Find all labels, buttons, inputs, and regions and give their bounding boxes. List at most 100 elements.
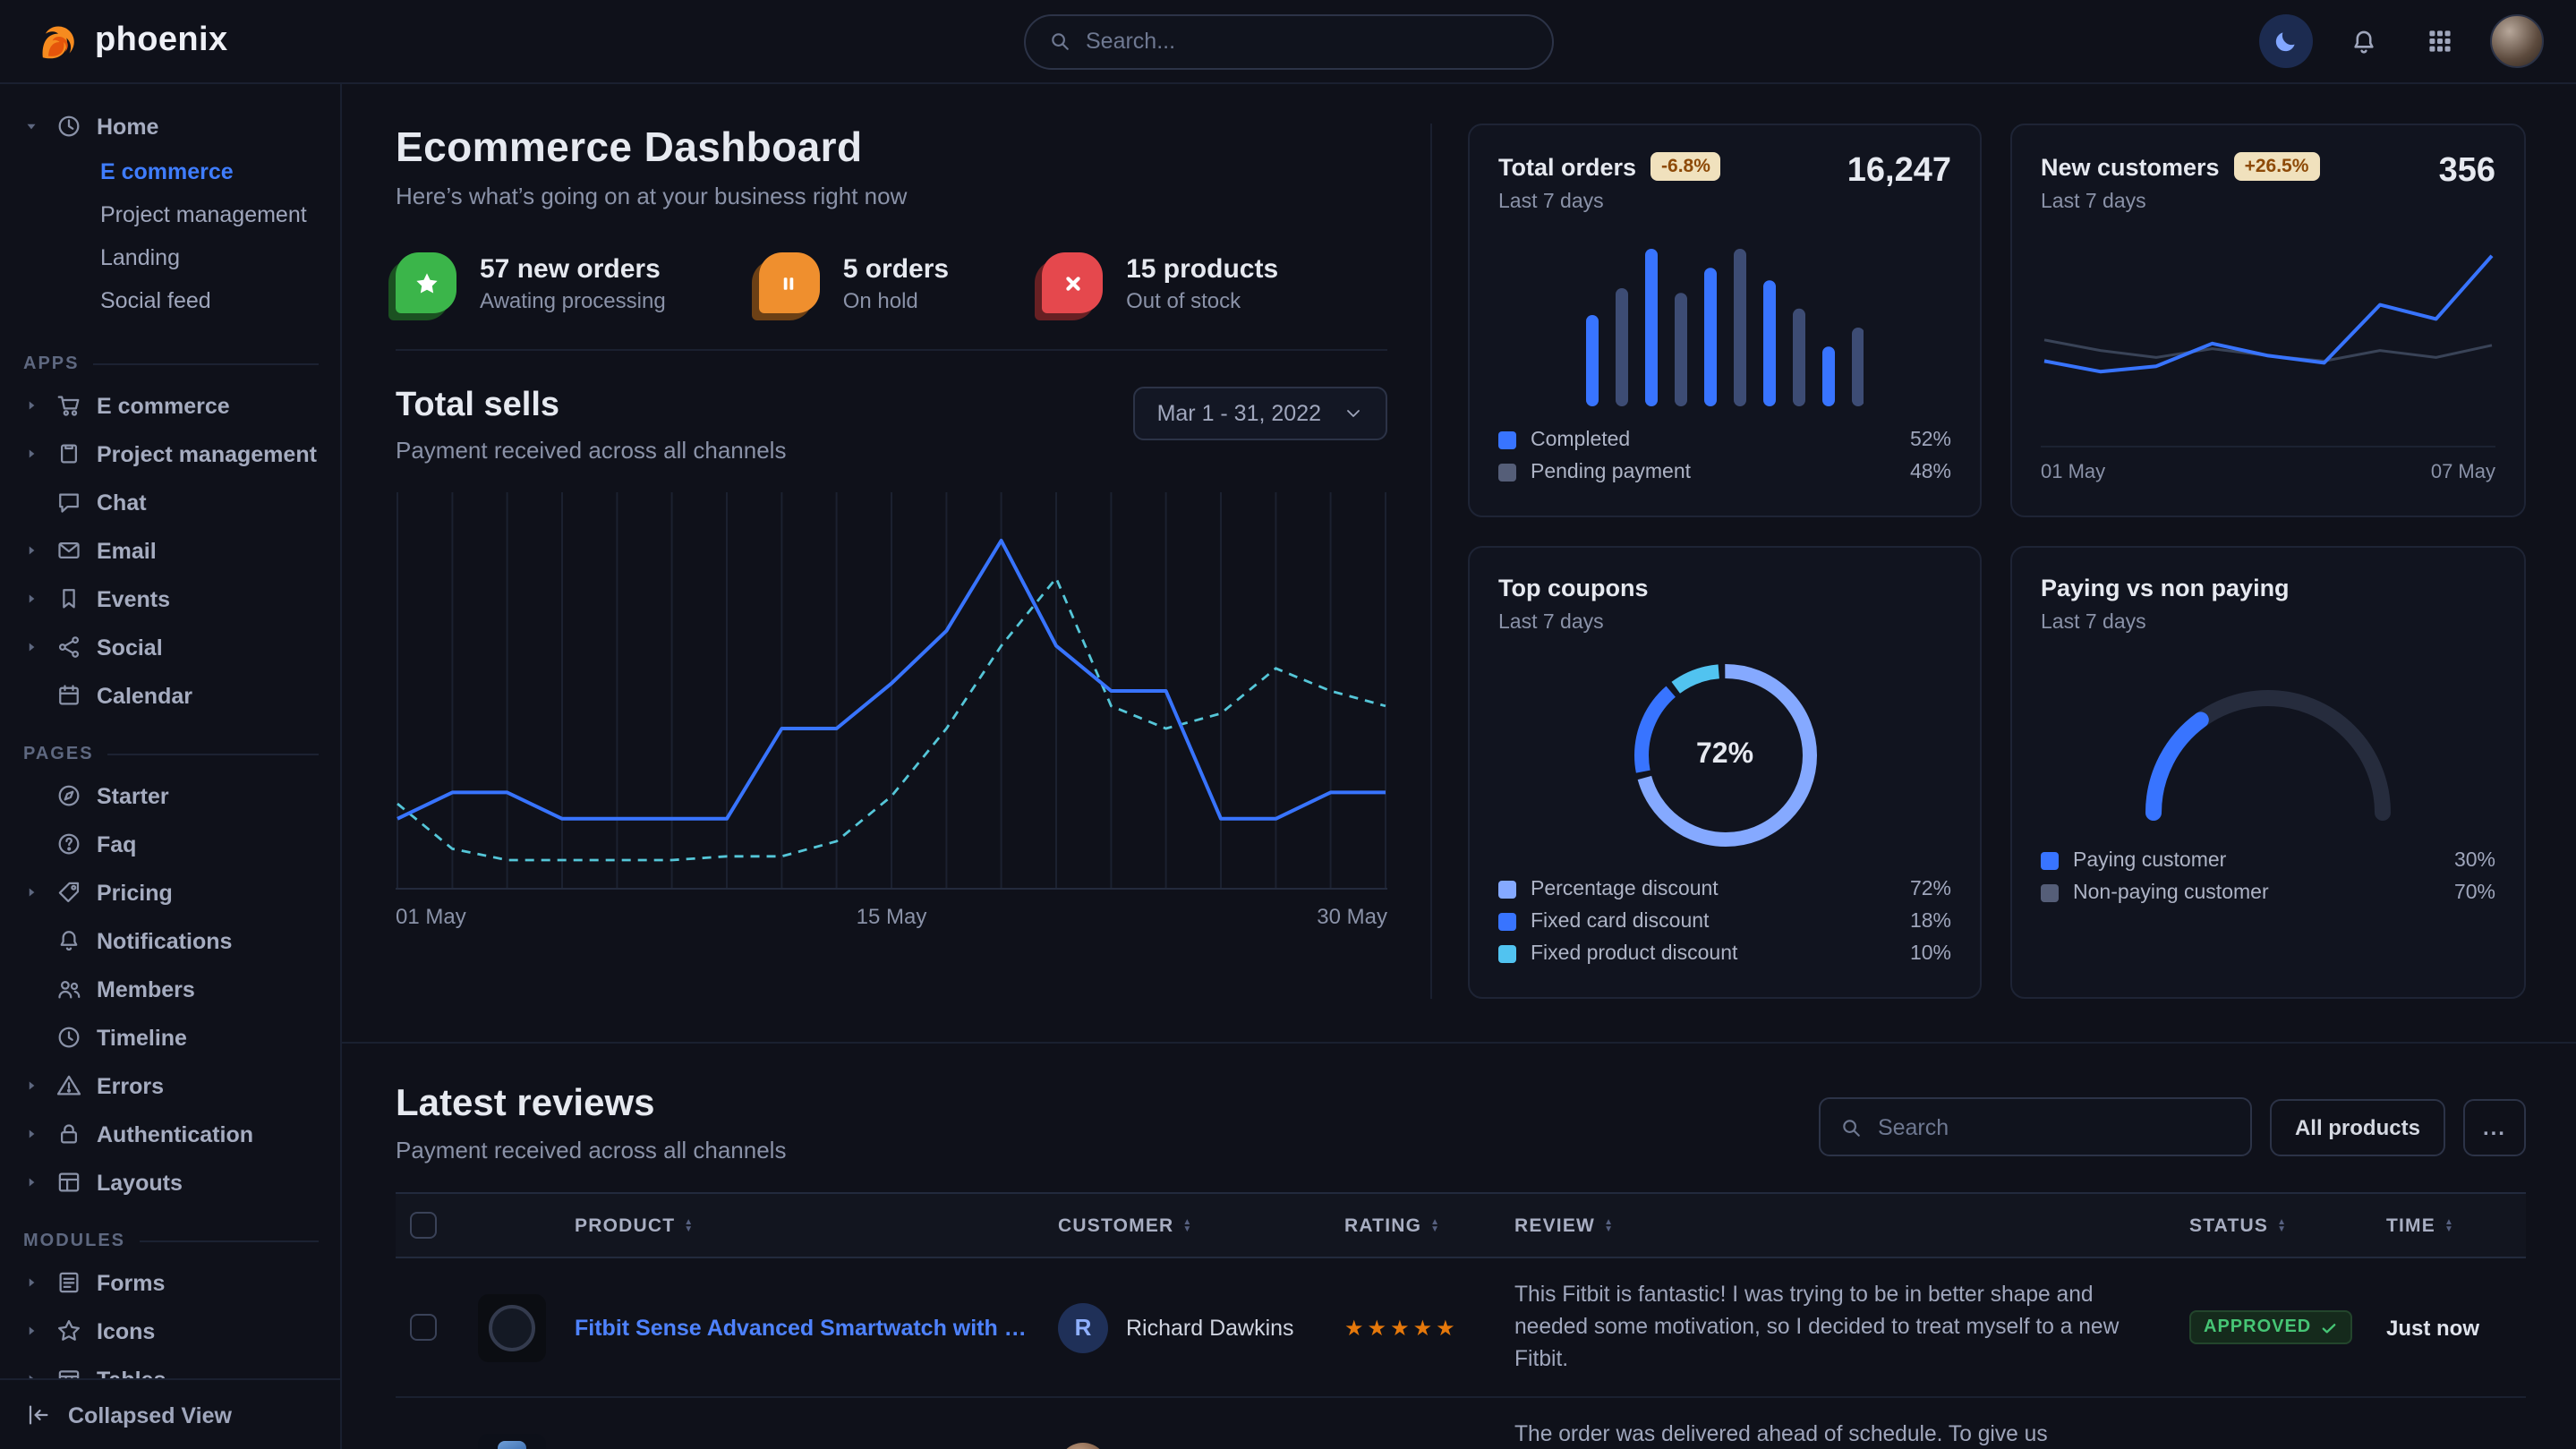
product-link[interactable]: Fitbit Sense Advanced Smartwatch with To… [575,1315,1029,1340]
orders-legend: Completed52%Pending payment48% [1498,424,1951,489]
sort-icon: ▲▼ [1430,1218,1440,1232]
review-row[interactable]: iPhone 13 pro max-Pacific Blue-128GB sto… [396,1398,2526,1449]
sidebar-item-notifications[interactable]: Notifications [0,916,340,965]
new-customers-xaxis: 01 May 07 May [2041,446,2495,483]
sidebar-subitem-e-commerce[interactable]: E commerce [0,150,340,193]
sidebar-subitem-social-feed[interactable]: Social feed [0,279,340,322]
tag-icon [55,879,82,906]
sidebar-item-timeline[interactable]: Timeline [0,1013,340,1061]
paying-gauge-chart [2041,655,2495,827]
question-icon [55,831,82,857]
sidebar-item-errors[interactable]: Errors [0,1061,340,1110]
collapse-sidebar-button[interactable]: Collapsed View [0,1378,340,1449]
sidebar-item-social[interactable]: Social [0,623,340,671]
theme-toggle-button[interactable] [2259,14,2313,68]
total-sells-chart [396,492,1387,890]
x-icon [1059,269,1086,296]
card-period: Last 7 days [2041,612,2495,634]
column-header-customer[interactable]: CUSTOMER▲▼ [1044,1193,1330,1257]
sidebar-item-faq[interactable]: Faq [0,820,340,868]
sidebar-item-layouts[interactable]: Layouts [0,1158,340,1206]
legend-swatch [1498,881,1516,899]
moon-icon [2272,27,2300,55]
column-header-time[interactable]: TIME▲▼ [2372,1193,2526,1257]
caret-right-icon [23,1174,39,1190]
sidebar-subitem-project-management[interactable]: Project management [0,193,340,236]
sidebar-item-calendar[interactable]: Calendar [0,671,340,720]
sidebar-item-events[interactable]: Events [0,575,340,623]
main-content: Ecommerce Dashboard Here’s what’s going … [342,84,2576,1449]
legend-item: Paying customer30% [2041,845,2495,877]
caret-right-icon [23,397,39,413]
stat-blob-icon [396,252,456,313]
x-tick: 15 May [857,904,927,929]
sidebar-item-home[interactable]: Home [0,102,340,150]
sidebar-item-email[interactable]: Email [0,526,340,575]
latest-reviews-section: Latest reviews Payment received across a… [342,1042,2576,1449]
more-options-button[interactable]: ... [2463,1098,2526,1155]
all-products-button[interactable]: All products [2270,1098,2445,1155]
card-period: Last 7 days [2041,192,2319,213]
stat-item-awating-processing: 57 new ordersAwating processing [396,252,666,313]
legend-swatch [1498,464,1516,482]
card-period: Last 7 days [1498,612,1951,634]
select-all-checkbox[interactable] [410,1212,437,1239]
brand[interactable]: phoenix [36,19,228,64]
column-header-product[interactable]: PRODUCT▲▼ [560,1193,1044,1257]
compass-icon [55,782,82,809]
sidebar-item-chat[interactable]: Chat [0,478,340,526]
user-avatar[interactable] [2490,14,2544,68]
sidebar-item-members[interactable]: Members [0,965,340,1013]
sort-icon: ▲▼ [1182,1218,1192,1232]
sidebar-item-starter[interactable]: Starter [0,771,340,820]
legend-item: Percentage discount72% [1498,874,1951,906]
grid-icon [2426,27,2454,55]
legend-swatch [1498,431,1516,449]
caret-right-icon [23,542,39,558]
apps-grid-button[interactable] [2413,14,2467,68]
reviews-title: Latest reviews [396,1083,786,1126]
reviews-controls: All products ... [1819,1083,2526,1156]
product-image[interactable] [478,1434,546,1449]
paying-vs-nonpaying-card: Paying vs non paying Last 7 days Paying … [2010,546,2526,999]
column-header-rating[interactable]: RATING▲▼ [1330,1193,1500,1257]
total-orders-card: Total orders -6.8% Last 7 days 16,247 Co… [1468,124,1982,517]
legend-item: Completed52% [1498,424,1951,456]
bell-icon [2348,26,2378,56]
column-header-review[interactable]: REVIEW▲▼ [1500,1193,2175,1257]
notifications-button[interactable] [2336,14,2390,68]
phoenix-logo-icon [36,19,81,64]
page-subtitle: Here’s what’s going on at your business … [396,183,1387,209]
star-solid-icon [413,269,439,296]
new-customers-card: New customers +26.5% Last 7 days 356 01 … [2010,124,2526,517]
brand-name: phoenix [95,21,228,61]
reviews-search[interactable] [1819,1097,2252,1156]
legend-item: Fixed card discount18% [1498,906,1951,938]
column-header-status[interactable]: STATUS▲▼ [2175,1193,2372,1257]
cart-icon [55,392,82,419]
global-search[interactable] [1023,13,1553,69]
sidebar-subitem-landing[interactable]: Landing [0,236,340,279]
rating-stars: ★★★★★ [1330,1257,1500,1398]
sidebar-item-authentication[interactable]: Authentication [0,1110,340,1158]
review-row[interactable]: Fitbit Sense Advanced Smartwatch with To… [396,1257,2526,1398]
kpi-cards: Total orders -6.8% Last 7 days 16,247 Co… [1430,124,2526,999]
sidebar-item-project-management[interactable]: Project management [0,430,340,478]
column-header-image [464,1193,560,1257]
legend-swatch [2041,852,2059,870]
collapse-icon [25,1402,52,1428]
sidebar-item-pricing[interactable]: Pricing [0,868,340,916]
rating-stars: ★★★☆☆ [1330,1398,1500,1449]
clock-icon [55,1024,82,1051]
sidebar-item-e-commerce[interactable]: E commerce [0,381,340,430]
row-checkbox[interactable] [410,1314,437,1341]
global-search-input[interactable] [1086,29,1530,54]
stats-row: 57 new ordersAwating processing5 ordersO… [396,252,1387,313]
product-image[interactable] [478,1293,546,1361]
date-range-select[interactable]: Mar 1 - 31, 2022 [1134,387,1387,440]
sidebar-item-icons[interactable]: Icons [0,1307,340,1355]
card-value: 16,247 [1847,152,1951,192]
reviews-search-input[interactable] [1878,1114,2232,1139]
sidebar-item-forms[interactable]: Forms [0,1258,340,1307]
review-time: Just now [2372,1257,2526,1398]
